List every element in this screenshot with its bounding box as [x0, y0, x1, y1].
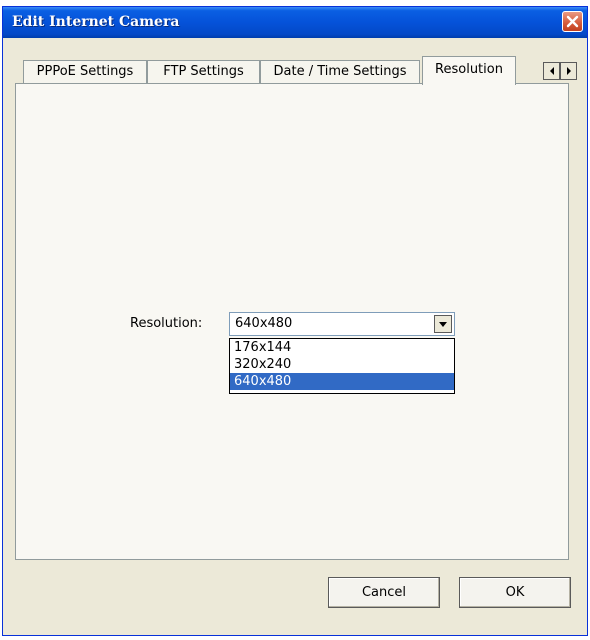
- tab-strip: PPPoE Settings FTP Settings Date / Time …: [23, 56, 579, 85]
- resolution-options-list: 176x144 320x240 640x480: [229, 338, 455, 394]
- resolution-select-value: 640x480: [235, 316, 293, 331]
- option-176x144[interactable]: 176x144: [230, 339, 454, 356]
- window-title: Edit Internet Camera: [12, 14, 180, 30]
- tab-label: Date / Time Settings: [273, 64, 407, 79]
- dropdown-button[interactable]: [434, 315, 452, 333]
- title-bar[interactable]: Edit Internet Camera: [3, 7, 587, 38]
- chevron-left-icon: [549, 67, 554, 75]
- tab-label: PPPoE Settings: [36, 64, 134, 79]
- tab-resolution[interactable]: Resolution: [422, 56, 516, 85]
- cancel-button[interactable]: Cancel: [328, 577, 440, 608]
- tab-date-time-settings[interactable]: Date / Time Settings: [260, 60, 420, 84]
- option-320x240[interactable]: 320x240: [230, 356, 454, 373]
- tab-scroll-buttons: [543, 62, 579, 80]
- chevron-down-icon: [439, 321, 447, 327]
- close-icon: [566, 15, 579, 28]
- ok-button[interactable]: OK: [459, 577, 571, 608]
- tab-scroll-left-button[interactable]: [543, 62, 560, 80]
- tab-ftp-settings[interactable]: FTP Settings: [147, 60, 260, 84]
- tab-label: FTP Settings: [163, 64, 244, 79]
- tab-label: Resolution: [435, 62, 503, 77]
- tab-scroll-right-button[interactable]: [560, 62, 577, 80]
- resolution-label: Resolution:: [130, 316, 203, 331]
- option-640x480[interactable]: 640x480: [230, 373, 454, 390]
- resolution-select[interactable]: 640x480: [229, 312, 455, 336]
- close-button[interactable]: [562, 11, 583, 32]
- chevron-right-icon: [566, 67, 571, 75]
- tab-pppoe-settings[interactable]: PPPoE Settings: [23, 60, 147, 84]
